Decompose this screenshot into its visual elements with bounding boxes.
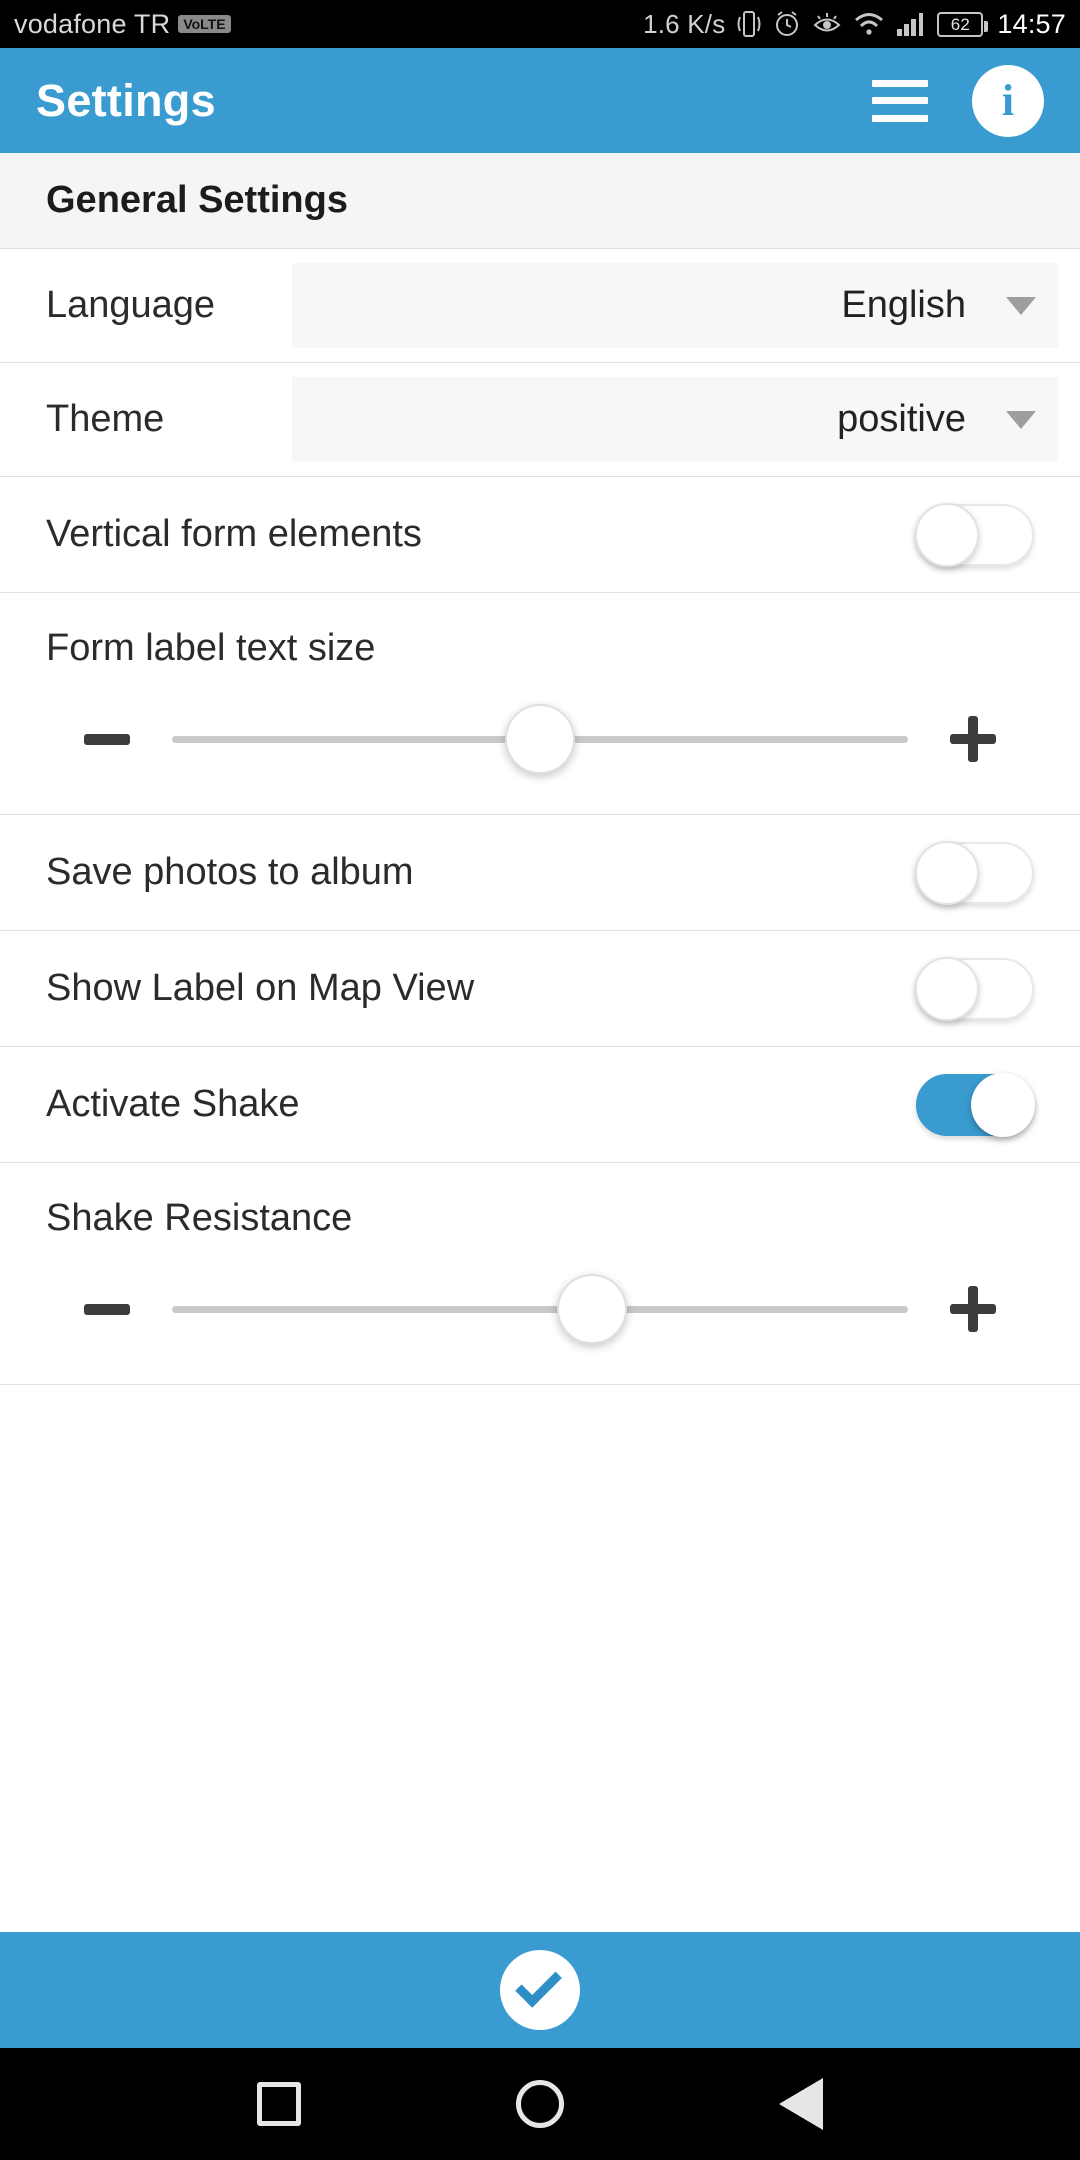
- app-bar-actions: i: [872, 64, 1044, 137]
- carrier-area: vodafone TR VoLTE: [14, 9, 231, 40]
- row-label-save-photos-to-album: Save photos to album: [46, 851, 414, 893]
- battery-percent: 62: [950, 14, 971, 34]
- network-speed: 1.6 K/s: [643, 8, 726, 39]
- row-label-language: Language: [46, 284, 216, 326]
- minus-icon: [84, 1303, 130, 1315]
- toggle-show-label-on-map-view[interactable]: [915, 956, 1034, 1021]
- row-label-theme: Theme: [46, 398, 165, 440]
- slider-thumb[interactable]: [505, 704, 575, 774]
- row-label-vertical-form-elements: Vertical form elements: [46, 513, 422, 555]
- row-form-label-text-size: Form label text size: [0, 593, 1080, 815]
- android-navigation-bar: [0, 2048, 1080, 2160]
- row-activate-shake[interactable]: Activate Shake: [0, 1047, 1080, 1163]
- settings-list: General Settings Language English Theme …: [0, 153, 1080, 1932]
- slider-track: [172, 1305, 908, 1313]
- row-shake-resistance: Shake Resistance: [0, 1163, 1080, 1385]
- section-header-general: General Settings: [0, 153, 1080, 249]
- toggle-save-photos-to-album[interactable]: [915, 840, 1034, 905]
- carrier-name: vodafone TR: [14, 8, 171, 39]
- page-title: Settings: [36, 74, 216, 126]
- increase-shake-resistance-button[interactable]: [936, 1286, 1010, 1332]
- phone-screen: vodafone TR VoLTE 1.6 K/s 62 14:57 Setti…: [0, 0, 1080, 2160]
- decrease-form-label-text-size-button[interactable]: [70, 733, 144, 745]
- row-theme[interactable]: Theme positive: [0, 363, 1080, 477]
- checkmark-icon: [515, 1961, 562, 2008]
- form-label-text-size-slider[interactable]: [172, 704, 908, 774]
- status-bar: vodafone TR VoLTE 1.6 K/s 62 14:57: [0, 0, 1080, 48]
- volte-badge: VoLTE: [178, 15, 231, 33]
- hamburger-menu-icon[interactable]: [872, 79, 928, 122]
- shake-resistance-control: [46, 1274, 1034, 1344]
- form-label-text-size-control: [46, 704, 1034, 774]
- row-label-form-label-text-size: Form label text size: [46, 627, 376, 669]
- decrease-shake-resistance-button[interactable]: [70, 1303, 144, 1315]
- row-show-label-on-map-view[interactable]: Show Label on Map View: [0, 931, 1080, 1047]
- theme-select[interactable]: positive: [292, 377, 1058, 462]
- chevron-down-icon: [1006, 410, 1036, 429]
- toggle-vertical-form-elements[interactable]: [915, 502, 1034, 567]
- chevron-down-icon: [1006, 296, 1036, 315]
- clock-time: 14:57: [997, 8, 1066, 39]
- plus-icon: [950, 1286, 996, 1332]
- row-label-activate-shake: Activate Shake: [46, 1083, 300, 1125]
- theme-value: positive: [837, 398, 966, 440]
- vibrate-icon: [737, 11, 761, 37]
- plus-icon: [950, 716, 996, 762]
- alarm-clock-icon: [776, 11, 799, 36]
- toggle-activate-shake[interactable]: [916, 1072, 1035, 1137]
- square-recents-icon[interactable]: [257, 2082, 302, 2126]
- language-select[interactable]: English: [292, 263, 1058, 348]
- cellular-signal-icon: [897, 13, 924, 36]
- footer-action-bar: [0, 1932, 1080, 2048]
- shake-resistance-slider[interactable]: [172, 1274, 908, 1344]
- row-language[interactable]: Language English: [0, 249, 1080, 363]
- minus-icon: [84, 733, 130, 745]
- info-icon[interactable]: i: [972, 64, 1044, 137]
- language-value: English: [841, 284, 966, 326]
- save-button[interactable]: [500, 1950, 580, 2030]
- status-icons: 1.6 K/s 62 14:57: [643, 9, 1066, 40]
- triangle-back-icon[interactable]: [778, 2078, 823, 2130]
- increase-form-label-text-size-button[interactable]: [936, 716, 1010, 762]
- circle-home-icon[interactable]: [515, 2080, 564, 2128]
- battery-icon: 62: [937, 11, 989, 37]
- app-bar: Settings i: [0, 48, 1080, 153]
- eye-care-icon: [813, 13, 841, 32]
- row-vertical-form-elements[interactable]: Vertical form elements: [0, 477, 1080, 593]
- row-label-show-label-on-map-view: Show Label on Map View: [46, 967, 475, 1009]
- wifi-icon: [855, 13, 884, 35]
- row-label-shake-resistance: Shake Resistance: [46, 1197, 353, 1239]
- slider-thumb[interactable]: [556, 1274, 627, 1344]
- row-save-photos-to-album[interactable]: Save photos to album: [0, 815, 1080, 931]
